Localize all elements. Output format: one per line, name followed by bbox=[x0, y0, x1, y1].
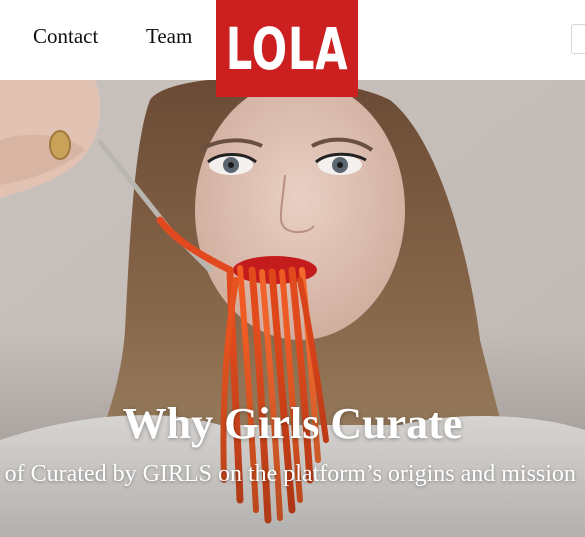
nav-link-contact[interactable]: Contact bbox=[33, 24, 98, 49]
hero-banner[interactable]: Why Girls Curate Co-founder of Curated b… bbox=[0, 80, 585, 537]
site-logo[interactable]: LOLA bbox=[216, 0, 358, 97]
logo-wordmark: LOLA bbox=[225, 14, 349, 83]
search-toggle-box[interactable] bbox=[571, 24, 585, 54]
hero-subtitle: Co-founder of Curated by GIRLS on the pl… bbox=[0, 461, 576, 487]
hero-title: Why Girls Curate bbox=[122, 399, 463, 448]
nav-link-team[interactable]: Team bbox=[146, 24, 192, 49]
